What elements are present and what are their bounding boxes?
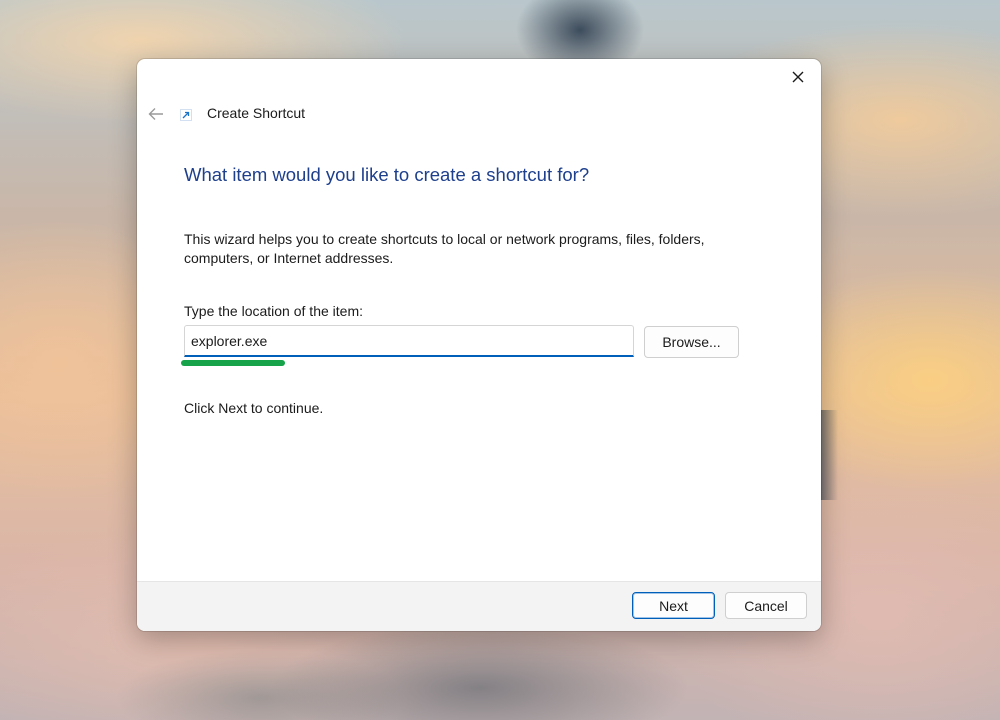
wallpaper-statue-base <box>100 628 860 720</box>
close-button[interactable] <box>783 65 813 89</box>
wizard-title: Create Shortcut <box>207 105 306 121</box>
back-arrow-icon <box>148 108 163 120</box>
cancel-button[interactable]: Cancel <box>725 592 807 619</box>
wizard-description: This wizard helps you to create shortcut… <box>184 231 705 266</box>
create-shortcut-dialog: Create Shortcut What item would you like… <box>137 59 821 631</box>
highlight-underline <box>181 360 285 366</box>
close-icon <box>792 71 804 83</box>
back-button[interactable] <box>145 103 167 125</box>
wallpaper-statue-edge <box>818 410 838 500</box>
browse-button[interactable]: Browse... <box>644 326 739 358</box>
next-button[interactable]: Next <box>632 592 715 619</box>
dialog-footer <box>137 581 821 631</box>
location-input[interactable] <box>184 325 634 357</box>
page-heading: What item would you like to create a sho… <box>184 164 590 185</box>
continue-instruction: Click Next to continue. <box>184 400 324 416</box>
shortcut-icon <box>180 109 192 121</box>
location-label: Type the location of the item: <box>184 303 363 319</box>
